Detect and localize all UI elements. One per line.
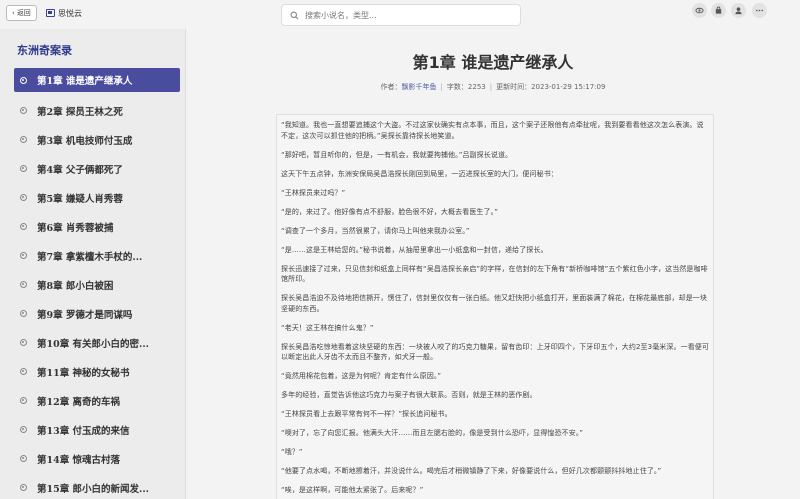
chapter-label: 第13章 付玉成的来信 xyxy=(37,425,130,437)
user-icon[interactable] xyxy=(731,3,746,18)
chapter-item[interactable]: 第3章 机电技师付玉成 xyxy=(0,125,185,154)
chapter-item[interactable]: 第9章 罗德才是同谋吗 xyxy=(0,299,185,328)
chapter-bullet-icon xyxy=(20,252,27,259)
chapter-item[interactable]: 第1章 谁是遗产继承人 xyxy=(14,68,180,92)
paragraph: “竟然用棉花包着，这是为何呢？肯定有什么原因。” xyxy=(281,372,442,380)
chapter-item[interactable]: 第4章 父子俩都死了 xyxy=(0,154,185,183)
chapter-item[interactable]: 第13章 付玉成的来信 xyxy=(0,415,185,444)
paragraph: 探长吴昌浩吃惊地看着这块坚硬的东西：一块被人咬了的巧克力糖果，留有齿印：上牙印四… xyxy=(281,342,710,362)
back-button[interactable]: ‹ 返回 xyxy=(6,5,37,21)
chapter-bullet-icon xyxy=(20,136,27,143)
chapter-label: 第10章 有关郎小白的密... xyxy=(37,338,149,350)
chapter-label: 第2章 探员王林之死 xyxy=(37,106,123,118)
chapter-sidebar: 东洲奇案录 第1章 谁是遗产继承人 第2章 探员王林之死 第3章 机电技师付玉成 第4… xyxy=(0,29,186,499)
paragraph: “我知道。我也一直想要追捕这个大盗。不过这家伙确实有点本事，而且，这个案子还限他… xyxy=(281,121,704,140)
chapter-bullet-icon xyxy=(20,397,27,404)
chapter-bullet-icon xyxy=(20,339,27,346)
chapter-label: 第12章 离奇的车祸 xyxy=(37,396,121,408)
chapter-item[interactable]: 第10章 有关郎小白的密... xyxy=(0,328,185,357)
chapter-bullet-icon xyxy=(20,281,27,288)
chapter-bullet-icon xyxy=(20,368,27,375)
brand-name: 思悦云 xyxy=(58,8,82,18)
paragraph: 多年的经验，直觉告诉他这巧克力与案子有很大联系。否则，就是王林的恶作剧。 xyxy=(281,391,537,399)
chapter-bullet-icon xyxy=(20,107,27,114)
search-input[interactable] xyxy=(305,10,505,20)
chapter-bullet-icon xyxy=(20,455,27,462)
chapter-label: 第9章 罗德才是同谋吗 xyxy=(37,309,133,321)
chapter-item[interactable]: 第5章 嫌疑人肖秀蓉 xyxy=(0,183,185,212)
paragraph: “唉，是这样啊，可能他太紧张了。后来呢？” xyxy=(281,486,424,494)
chapter-item[interactable]: 第15章 郎小白的新闻发... xyxy=(0,473,185,499)
menu-icon[interactable] xyxy=(752,3,767,18)
chapter-label: 第1章 谁是遗产继承人 xyxy=(37,76,133,87)
paragraph: “是的，来过了。他好像有点不舒服，脸色很不好，大概去看医生了。” xyxy=(281,207,498,216)
chapter-title: 第1章 谁是遗产继承人 xyxy=(412,53,574,72)
top-bar: ‹ 返回 思悦云 xyxy=(0,0,800,28)
chapter-item[interactable]: 第6章 肖秀蓉被捕 xyxy=(0,212,185,241)
chapter-item[interactable]: 第11章 神秘的女秘书 xyxy=(0,357,185,386)
chapter-item[interactable]: 第7章 拿紫檀木手杖的... xyxy=(0,241,185,270)
chapter-meta: 作者：飘影千年鱼 | 字数：2253 | 更新时间：2023-01-29 15:17:0… xyxy=(380,83,606,91)
paragraph: “调查了一个多月，当然很累了，请你马上叫他来我办公室。” xyxy=(281,226,470,235)
chapter-bullet-icon xyxy=(20,310,27,317)
chapter-label: 第11章 神秘的女秘书 xyxy=(37,367,130,379)
chapter-item[interactable]: 第8章 郎小白被困 xyxy=(0,270,185,299)
chapter-label: 第3章 机电技师付玉成 xyxy=(37,135,133,147)
chapter-label: 第6章 肖秀蓉被捕 xyxy=(37,222,114,234)
search-box[interactable] xyxy=(281,4,521,26)
chapter-bullet-icon xyxy=(20,76,27,84)
chapter-label: 第4章 父子俩都死了 xyxy=(37,164,123,176)
paragraph: 探长迅速接了过来，只见信封和纸盒上同样有“吴昌浩探长亲启”的字样，在信封的左下角… xyxy=(281,264,708,284)
paragraph: 探长吴昌浩迫不及待地把信撕开，愣住了，信封里仅仅有一张白纸。他又赶快把小纸盒打开… xyxy=(281,294,707,313)
word-count: 字数：2253 xyxy=(446,83,486,91)
chapter-content: “我知道。我也一直想要追捕这个大盗。不过这家伙确实有点本事，而且，这个案子还限他… xyxy=(276,114,714,499)
paragraph: “那好吧，暂且听你的，但是，一有机会，我就要拘捕他。”吕副探长说道。 xyxy=(281,150,513,159)
paragraph: “噢对了，忘了向您汇报。他满头大汗……而且左腮右脸的，像是受到什么恐吓，显得惶恐… xyxy=(281,429,584,437)
chapter-bullet-icon xyxy=(20,426,27,433)
book-title: 东洲奇案录 xyxy=(17,44,72,57)
update-time: 更新时间：2023-01-29 15:17:09 xyxy=(496,83,606,91)
chapter-label: 第5章 嫌疑人肖秀蓉 xyxy=(37,193,123,205)
chapter-label: 第15章 郎小白的新闻发... xyxy=(37,483,149,495)
bag-icon[interactable] xyxy=(711,3,726,18)
author-link[interactable]: 飘影千年鱼 xyxy=(402,83,437,91)
paragraph: “他要了点水喝，不断地擦着汗，并没说什么。喝完后才稍微镇静了下来，好像要说什么，… xyxy=(281,467,662,475)
paragraph: “是……这是王林给您的。”秘书说着，从抽屉里拿出一小纸盒和一封信，递给了探长。 xyxy=(281,245,548,254)
chapter-bullet-icon xyxy=(20,165,27,172)
eye-icon[interactable] xyxy=(692,3,707,18)
search-icon xyxy=(290,11,299,19)
paragraph: “哦？” xyxy=(281,448,303,456)
paragraph: “老天！这王林在搞什么鬼？” xyxy=(281,323,374,332)
author-label: 作者： xyxy=(380,83,402,91)
chevron-left-icon: ‹ xyxy=(12,9,15,17)
paragraph: 这天下午五点钟，东洲安保局吴昌浩探长刚回到局里，一迈进探长室的大门，便问秘书： xyxy=(281,169,558,178)
chapter-item[interactable]: 第12章 离奇的车祸 xyxy=(0,386,185,415)
chapter-bullet-icon xyxy=(20,223,27,230)
chapter-label: 第8章 郎小白被困 xyxy=(37,280,114,292)
chapter-item[interactable]: 第14章 惊魂古村落 xyxy=(0,444,185,473)
chapter-list: 第1章 谁是遗产继承人 第2章 探员王林之死 第3章 机电技师付玉成 第4章 父子俩都… xyxy=(0,67,185,499)
chapter-bullet-icon xyxy=(20,484,27,491)
chapter-bullet-icon xyxy=(20,194,27,201)
book-logo-icon xyxy=(46,9,55,17)
back-label: 返回 xyxy=(16,9,31,17)
paragraph: “王林探员来过吗？” xyxy=(281,188,346,197)
reading-panel: 第1章 谁是遗产继承人 作者：飘影千年鱼 | 字数：2253 | 更新时间：2023-0… xyxy=(186,29,800,499)
chapter-label: 第14章 惊魂古村落 xyxy=(37,454,121,466)
chapter-item[interactable]: 第2章 探员王林之死 xyxy=(0,96,185,125)
brand[interactable]: 思悦云 xyxy=(46,5,82,21)
paragraph: “王林探员看上去跟平常有何不一样？”探长追问秘书。 xyxy=(281,410,452,418)
chapter-label: 第7章 拿紫檀木手杖的... xyxy=(37,251,143,263)
